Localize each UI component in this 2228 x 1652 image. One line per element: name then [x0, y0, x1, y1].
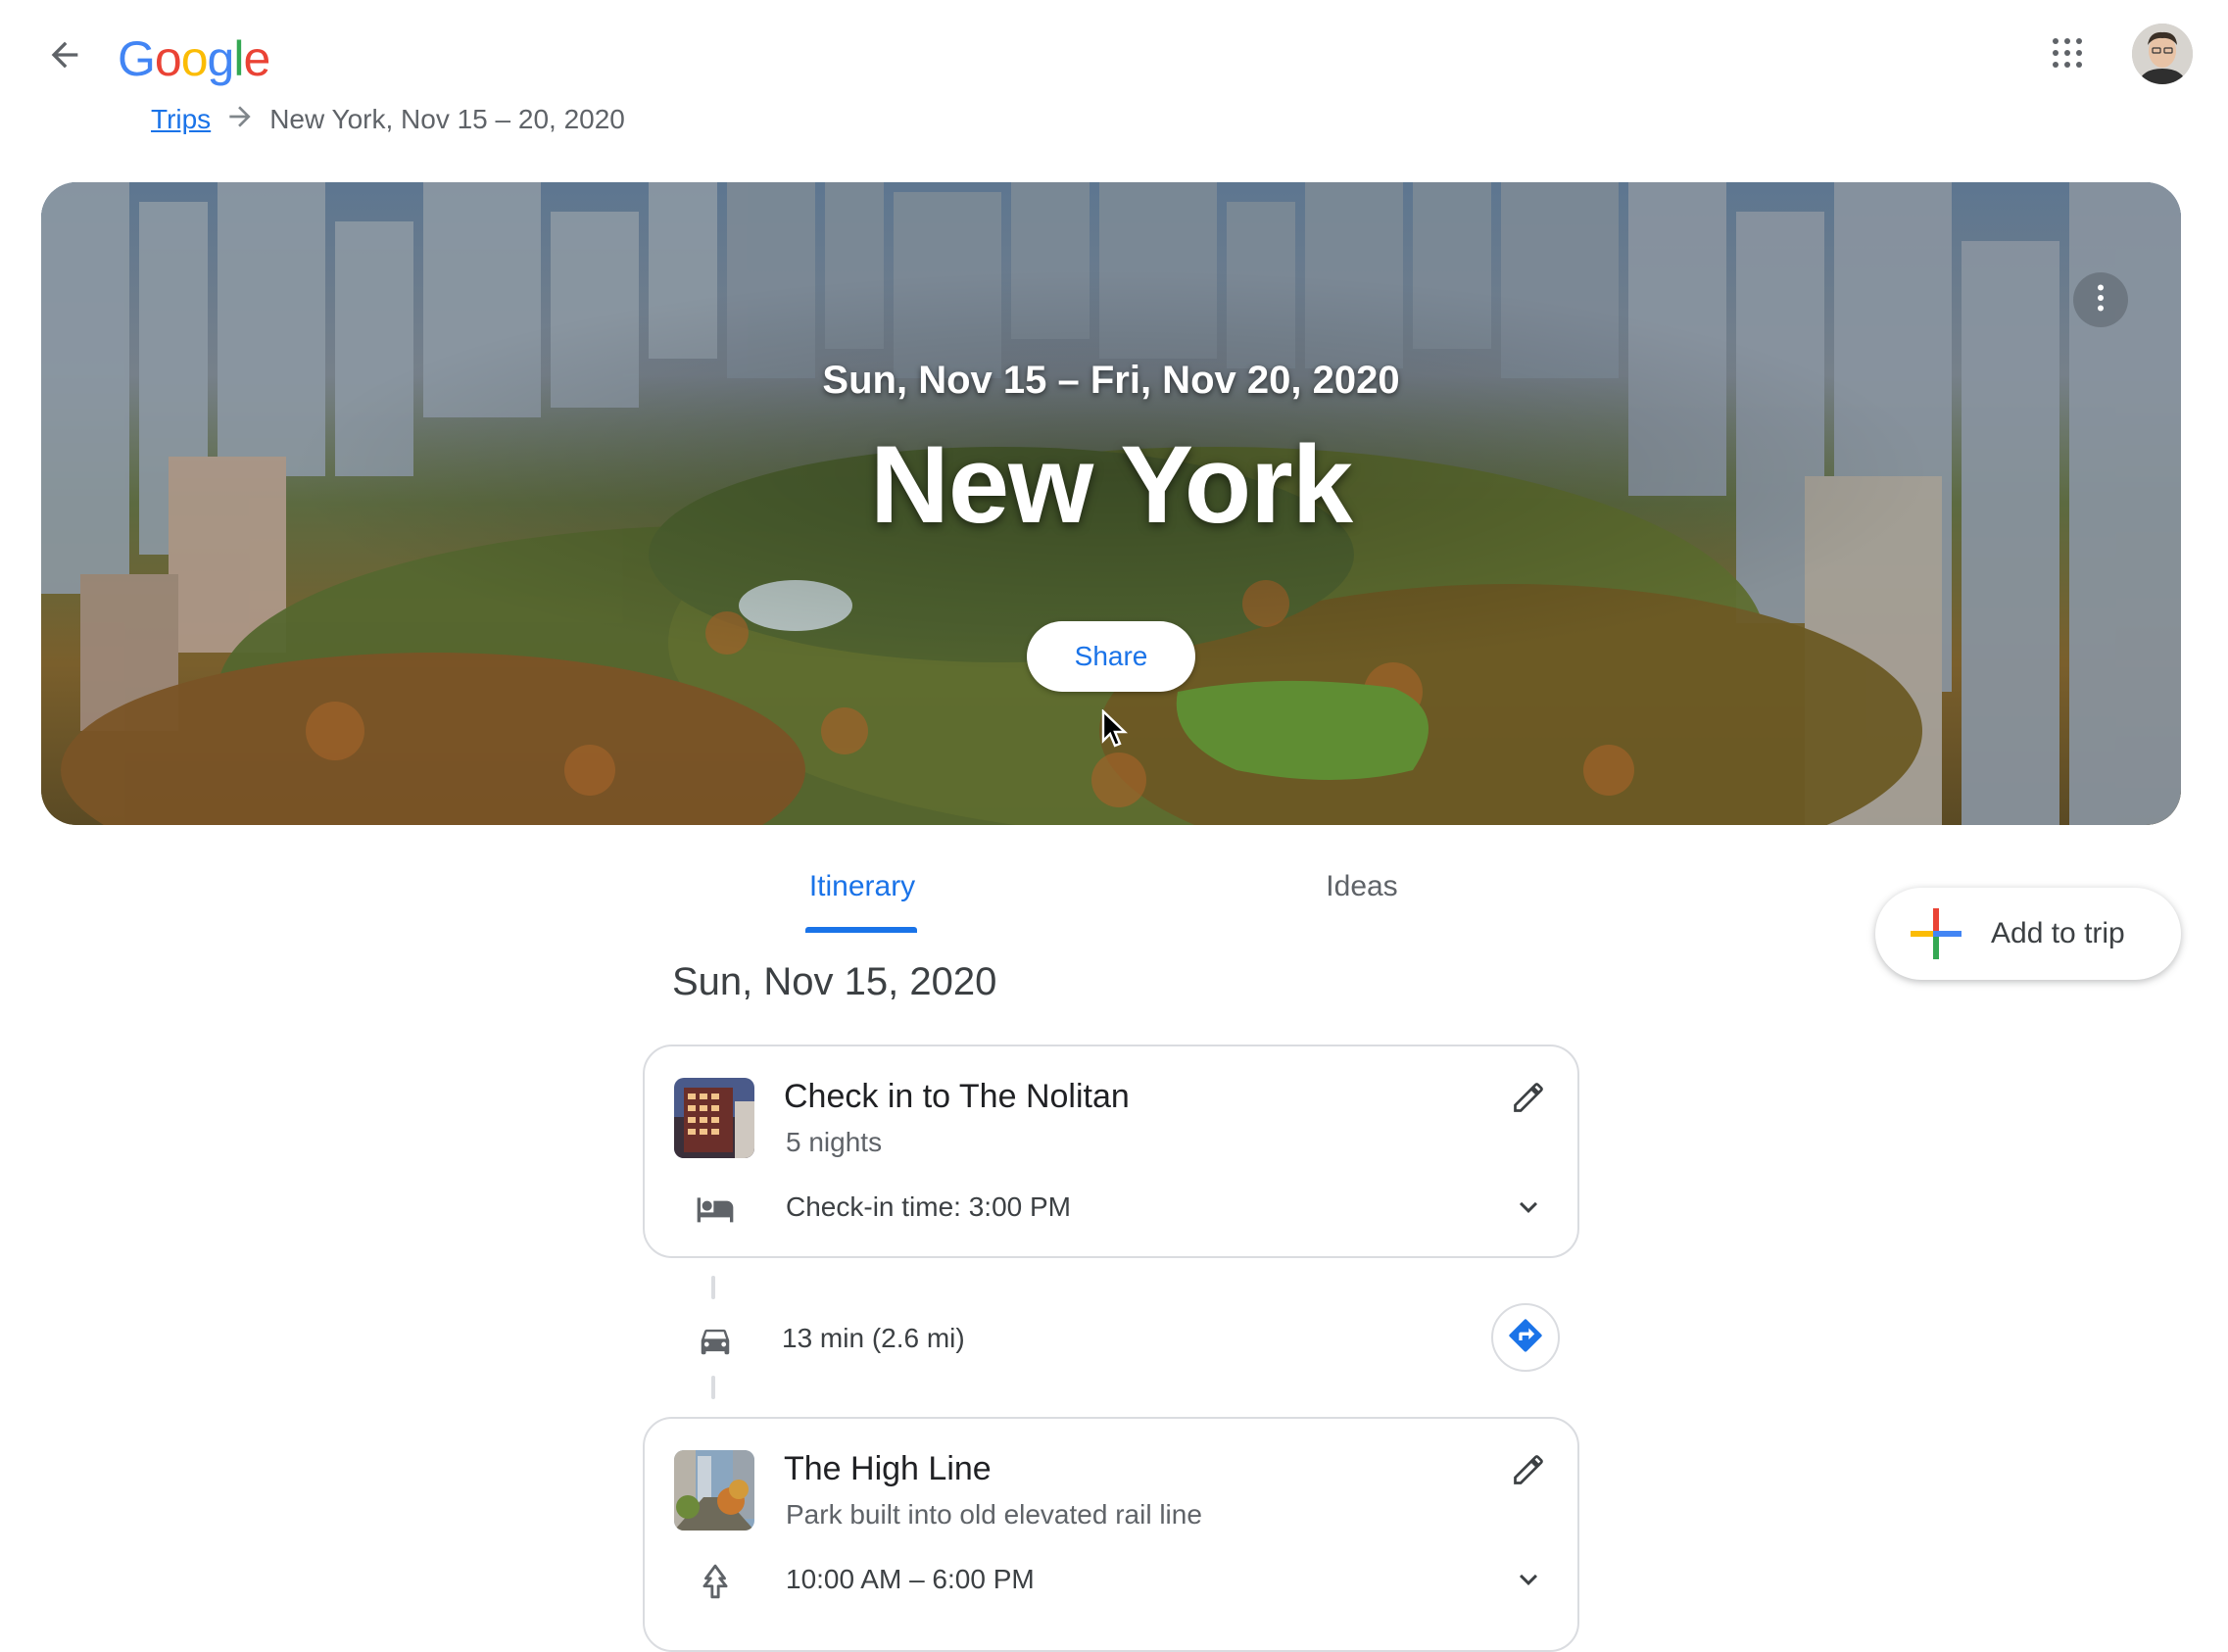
- breadcrumb-current: New York, Nov 15 – 20, 2020: [269, 104, 625, 134]
- directions-button[interactable]: [1491, 1303, 1560, 1372]
- itinerary-card-hotel[interactable]: Check in to The Nolitan 5 nights Check-i…: [643, 1045, 1579, 1258]
- trip-title: New York: [869, 423, 1353, 546]
- card-subtitle: 5 nights: [786, 1127, 883, 1157]
- add-to-trip-label: Add to trip: [1991, 917, 2125, 949]
- chevron-down-icon: [1511, 1190, 1546, 1230]
- card-title: Check in to The Nolitan: [784, 1078, 1130, 1115]
- more-vert-icon: [2083, 280, 2118, 320]
- connector-dash: [711, 1276, 715, 1299]
- itinerary-card-attraction[interactable]: The High Line Park built into old elevat…: [643, 1417, 1579, 1652]
- card-subtitle: Park built into old elevated rail line: [786, 1499, 1202, 1530]
- connector-dash: [711, 1376, 715, 1399]
- share-button[interactable]: Share: [1027, 621, 1195, 692]
- apps-grid-icon: [2050, 35, 2085, 75]
- expand-button[interactable]: [1503, 1556, 1554, 1607]
- logo-letter: l: [233, 31, 244, 86]
- logo-letter: G: [118, 31, 156, 86]
- breadcrumb: Trips New York, Nov 15 – 20, 2020: [151, 100, 625, 139]
- pencil-icon: [1511, 1080, 1546, 1120]
- day-heading: Sun, Nov 15, 2020: [672, 960, 997, 1003]
- add-multicolor-icon: [1911, 908, 1962, 959]
- tab-ideas[interactable]: Ideas: [1313, 870, 1411, 935]
- trip-dates: Sun, Nov 15 – Fri, Nov 20, 2020: [822, 359, 1400, 402]
- chevron-down-icon: [1511, 1562, 1546, 1602]
- pencil-icon: [1511, 1452, 1546, 1492]
- add-to-trip-button[interactable]: Add to trip: [1875, 888, 2181, 980]
- tab-itinerary[interactable]: Itinerary: [803, 870, 921, 935]
- expand-button[interactable]: [1503, 1184, 1554, 1235]
- account-avatar[interactable]: [2132, 24, 2193, 84]
- arrow-back-icon: [45, 35, 84, 79]
- card-title: The High Line: [784, 1450, 992, 1487]
- directions-icon: [1506, 1316, 1545, 1360]
- google-logo[interactable]: Google: [118, 27, 270, 90]
- logo-letter: o: [180, 31, 209, 86]
- hotel-thumbnail: [674, 1078, 754, 1158]
- travel-time: 13 min (2.6 mi): [782, 1323, 965, 1353]
- park-tree-icon: [694, 1560, 737, 1603]
- card-detail: 10:00 AM – 6:00 PM: [786, 1564, 1035, 1594]
- back-button[interactable]: [29, 27, 100, 86]
- logo-letter: o: [154, 31, 182, 86]
- logo-letter: g: [207, 31, 235, 86]
- card-detail: Check-in time: 3:00 PM: [786, 1191, 1071, 1222]
- google-apps-button[interactable]: [2038, 25, 2097, 84]
- edit-button[interactable]: [1503, 1074, 1554, 1125]
- breadcrumb-trips-link[interactable]: Trips: [151, 104, 211, 135]
- active-tab-indicator: [805, 927, 917, 933]
- hotel-bed-icon: [694, 1188, 737, 1231]
- more-options-button[interactable]: [2073, 272, 2128, 327]
- edit-button[interactable]: [1503, 1446, 1554, 1497]
- attraction-thumbnail: [674, 1450, 754, 1531]
- arrow-forward-icon: [224, 101, 256, 139]
- car-icon: [694, 1319, 737, 1362]
- logo-letter: e: [243, 31, 270, 86]
- mouse-cursor-icon: [1101, 708, 1129, 753]
